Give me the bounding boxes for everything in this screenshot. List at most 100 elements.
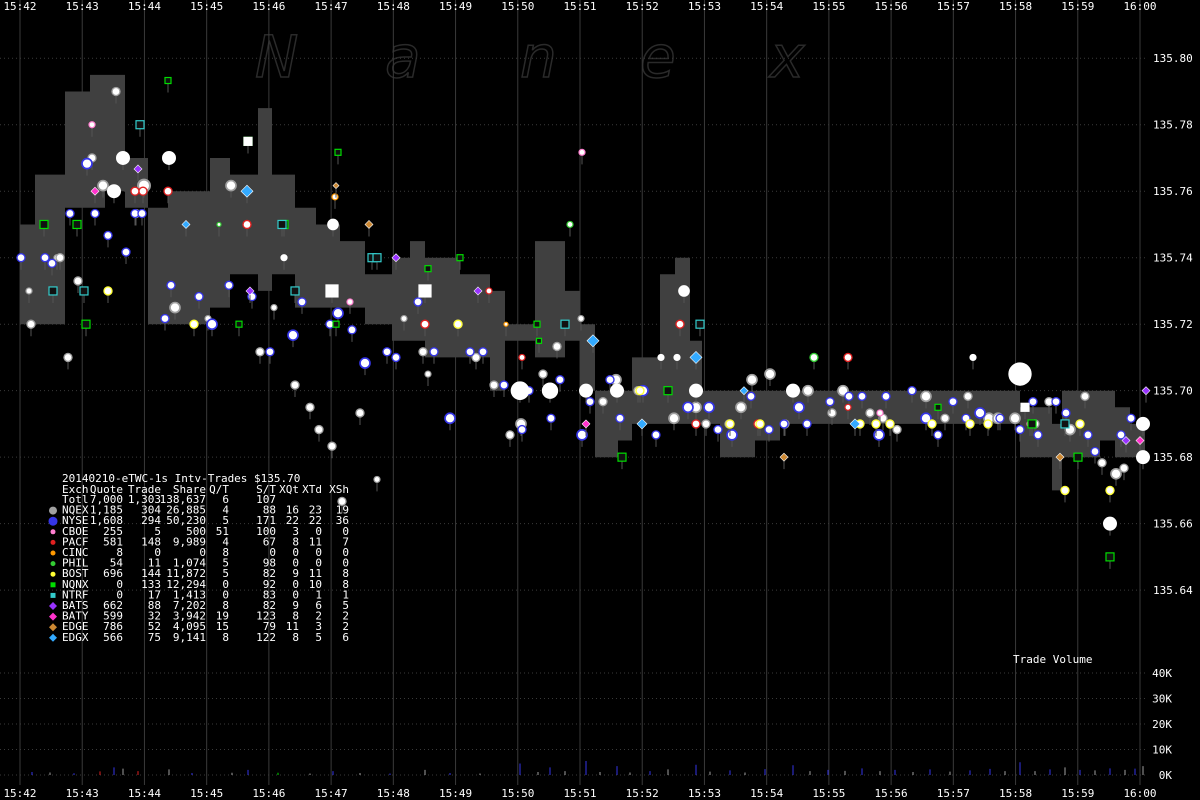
trade-marker-white bbox=[1020, 402, 1030, 412]
trade-marker-nyse bbox=[1033, 430, 1043, 440]
trade-marker-nyse bbox=[1051, 396, 1061, 407]
trade-marker-nyse bbox=[995, 413, 1005, 423]
trade-marker-nqex bbox=[538, 369, 548, 379]
trade-marker-nyse bbox=[825, 396, 835, 407]
trade-marker-nyse bbox=[90, 208, 100, 219]
trade-marker-nyse bbox=[703, 401, 715, 414]
trade-marker-nyse bbox=[478, 347, 488, 357]
x-tick-label-bottom: 15:49 bbox=[439, 787, 472, 800]
trade-marker-nyse bbox=[121, 247, 131, 257]
trade-marker-nqnx bbox=[617, 452, 627, 462]
trade-marker-white bbox=[579, 383, 593, 398]
price-tick-label: 135.78 bbox=[1153, 119, 1193, 132]
trade-marker-cinc bbox=[331, 193, 339, 201]
trade-marker-white bbox=[107, 184, 121, 199]
x-tick-label-top: 15:56 bbox=[875, 0, 908, 13]
trade-marker-bost bbox=[1105, 485, 1115, 496]
trade-marker-white bbox=[969, 353, 977, 362]
trade-marker-bost bbox=[103, 286, 113, 296]
trade-marker-nyse bbox=[546, 413, 556, 423]
bid-ask-range bbox=[20, 74, 1145, 491]
x-tick-label-bottom: 15:51 bbox=[563, 787, 596, 800]
trade-marker-nqex bbox=[892, 424, 902, 435]
trade-marker-white bbox=[243, 136, 253, 146]
bid-ask-band bbox=[20, 74, 1145, 491]
trade-marker-nyse bbox=[726, 429, 738, 441]
trade-marker-phil bbox=[216, 221, 222, 228]
trade-marker-nqex bbox=[1097, 458, 1107, 468]
x-tick-label-bottom: 15:52 bbox=[626, 787, 659, 800]
trade-marker-cboe bbox=[578, 148, 586, 156]
legend-swatch bbox=[50, 539, 56, 545]
trade-marker-nqex bbox=[225, 179, 237, 192]
trade-marker-nyse bbox=[974, 407, 986, 419]
watermark-letter: e bbox=[640, 23, 676, 91]
trade-marker-nyse bbox=[265, 347, 275, 357]
trade-marker-nyse bbox=[287, 329, 299, 341]
exchange-legend: 20140210-eTWC-1s Intv-Trades $135.70Exch… bbox=[48, 472, 349, 644]
trade-marker-nqnx bbox=[164, 76, 172, 85]
x-tick-label-bottom: 16:00 bbox=[1123, 787, 1156, 800]
trade-marker-nqex bbox=[111, 86, 121, 97]
trade-marker-white bbox=[1136, 416, 1150, 431]
trade-marker-nqex bbox=[552, 341, 562, 352]
trade-marker-nyse bbox=[555, 375, 565, 385]
x-tick-label-bottom: 15:45 bbox=[190, 787, 223, 800]
trade-marker-nyse bbox=[224, 280, 234, 290]
x-tick-label-bottom: 15:43 bbox=[66, 787, 99, 800]
trade-marker-nqex bbox=[169, 301, 181, 314]
trade-marker-nqex bbox=[598, 396, 608, 407]
trade-marker-nqex bbox=[290, 380, 300, 390]
legend-value: 9,141 bbox=[173, 631, 206, 644]
trade-marker-bost bbox=[755, 419, 765, 429]
trade-marker-nyse bbox=[65, 208, 75, 219]
trade-marker-nqex bbox=[735, 401, 747, 414]
trade-marker-nqnx bbox=[663, 386, 673, 396]
legend-swatch bbox=[50, 529, 56, 535]
trade-marker-nyse bbox=[297, 297, 307, 307]
x-tick-label-top: 15:44 bbox=[128, 0, 161, 13]
x-tick-label-bottom: 15:44 bbox=[128, 787, 161, 800]
trade-marker-nyse bbox=[1028, 396, 1038, 407]
trade-marker-white bbox=[325, 284, 339, 298]
x-tick-label-top: 16:00 bbox=[1123, 0, 1156, 13]
trade-marker-nqex bbox=[73, 276, 83, 286]
trade-marker-white bbox=[786, 383, 800, 398]
trade-marker-nyse bbox=[429, 347, 439, 357]
legend-header: XQt bbox=[279, 483, 299, 496]
trade-marker-nqnx bbox=[1027, 419, 1037, 429]
trade-marker-bost bbox=[1075, 419, 1085, 429]
trade-marker-nyse bbox=[615, 413, 625, 423]
trade-marker-white bbox=[678, 285, 690, 297]
x-tick-label-bottom: 15:50 bbox=[501, 787, 534, 800]
x-tick-label-top: 15:45 bbox=[190, 0, 223, 13]
x-tick-label-top: 15:47 bbox=[315, 0, 348, 13]
legend-swatch bbox=[50, 550, 56, 556]
legend-swatch bbox=[49, 506, 57, 515]
volume-tick-label: 0K bbox=[1159, 769, 1173, 782]
trade-marker-ntrf bbox=[1060, 419, 1070, 429]
x-tick-label-top: 15:57 bbox=[937, 0, 970, 13]
trade-marker-nqnx bbox=[535, 337, 543, 344]
volume-tick-label: 10K bbox=[1152, 744, 1172, 757]
trade-marker-nqnx bbox=[332, 320, 340, 328]
trade-marker-nqex bbox=[1009, 412, 1021, 425]
trade-marker-nqex bbox=[577, 314, 585, 323]
watermark-letter: N bbox=[255, 23, 298, 91]
trade-marker-nqex bbox=[1110, 467, 1122, 480]
trade-marker-nyse bbox=[499, 380, 509, 390]
trade-marker-white bbox=[689, 383, 703, 398]
trade-marker-cinc bbox=[503, 321, 509, 327]
trade-marker-nqex bbox=[1119, 463, 1129, 473]
x-tick-label-bottom: 15:58 bbox=[999, 787, 1032, 800]
trade-marker-pacf bbox=[163, 186, 173, 196]
x-tick-label-top: 15:52 bbox=[626, 0, 659, 13]
trade-marker-nyse bbox=[517, 424, 527, 435]
volume-bars bbox=[31, 760, 1144, 775]
trade-marker-white bbox=[280, 254, 288, 262]
trade-marker-nqex bbox=[802, 384, 814, 397]
x-tick-label-top: 15:59 bbox=[1061, 0, 1094, 13]
trade-marker-ntrf bbox=[79, 286, 89, 296]
x-tick-label-bottom: 15:54 bbox=[750, 787, 783, 800]
trade-marker-nqex bbox=[25, 287, 33, 295]
